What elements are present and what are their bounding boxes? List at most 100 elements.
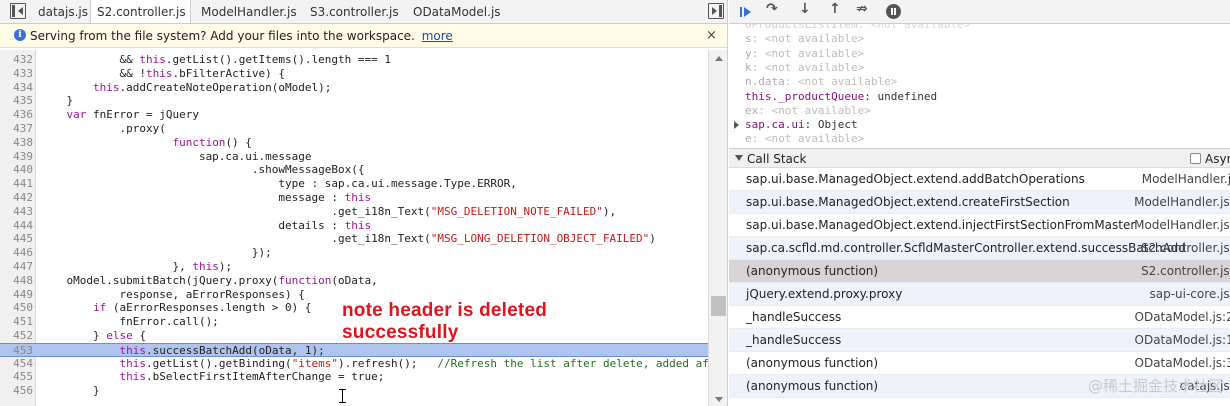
frame-location-link[interactable]: S2.controller.js:45 [1029, 260, 1230, 283]
line-number[interactable]: 434 [0, 81, 33, 95]
line-number[interactable]: 451 [0, 315, 33, 329]
call-frame[interactable]: _handleSuccess ODataModel.js:155 [729, 329, 1230, 352]
editor-vertical-scrollbar[interactable] [708, 50, 727, 406]
line-number[interactable]: 450 [0, 301, 33, 315]
code-line[interactable]: 447 }, this); [0, 260, 708, 274]
tab-modelhandler-js[interactable]: ModelHandler.js [195, 0, 304, 23]
line-number[interactable]: 455 [0, 370, 33, 384]
code-line[interactable]: 443 .get_i18n_Text("MSG_DELETION_NOTE_FA… [0, 205, 708, 219]
frame-location-link[interactable]: ModelHandler.js:30 [1029, 214, 1230, 237]
toggle-debugger-icon[interactable] [708, 3, 724, 19]
scroll-up-arrow-icon[interactable] [715, 56, 723, 61]
line-number[interactable]: 447 [0, 260, 33, 274]
frame-location-link[interactable]: ODataModel.js:155 [1029, 329, 1230, 352]
code-line[interactable]: 440 .showMessageBox({ [0, 163, 708, 177]
call-frame[interactable]: sap.ui.base.ManagedObject.extend.createF… [729, 191, 1230, 214]
line-number[interactable]: 452 [0, 329, 33, 343]
call-frame[interactable]: (anonymous function) ODataModel.js:313 [729, 352, 1230, 375]
line-number[interactable]: 439 [0, 150, 33, 164]
code-view[interactable]: 432 && this.getList().getItems().length … [0, 50, 708, 406]
code-line[interactable]: 437 .proxy( [0, 122, 708, 136]
deactivate-breakpoints-icon[interactable]: ⇏ [856, 1, 872, 17]
frame-location-link[interactable]: ModelHandler.js:3 [1029, 168, 1230, 191]
line-number[interactable]: 454 [0, 357, 33, 371]
code-line[interactable]: 438 function() { [0, 136, 708, 150]
code-line[interactable]: 434 this.addCreateNoteOperation(oModel); [0, 81, 708, 95]
scope-variable[interactable]: n.data: <not available> [745, 75, 897, 89]
frame-location-link[interactable]: ODataModel.js:248 [1029, 306, 1230, 329]
tab-s3-controller-js[interactable]: S3.controller.js [304, 0, 407, 23]
frame-location-link[interactable]: ModelHandler.js:55 [1029, 191, 1230, 214]
code-line[interactable]: 433 && !this.bFilterActive) { [0, 67, 708, 81]
code-text: message : this [40, 191, 372, 204]
code-line[interactable]: 441 type : sap.ca.ui.message.Type.ERROR, [0, 177, 708, 191]
code-line[interactable]: 436 var fnError = jQuery [0, 108, 708, 122]
step-over-icon[interactable]: ↷ [766, 1, 782, 17]
frame-location-link[interactable]: S2.controller.js:54 [1029, 237, 1230, 260]
code-line[interactable]: 439 sap.ca.ui.message [0, 150, 708, 164]
frame-location-link[interactable]: sap-ui-core.js:54 [1029, 283, 1230, 306]
scope-variable[interactable]: s: <not available> [745, 32, 864, 46]
tab-s2-controller-js[interactable]: S2.controller.js× [90, 0, 191, 23]
collapse-arrow-icon[interactable] [735, 155, 743, 161]
line-number[interactable]: 442 [0, 191, 33, 205]
infobar-close-icon[interactable]: × [706, 24, 717, 48]
code-line[interactable]: 442 message : this [0, 191, 708, 205]
line-number[interactable]: 453 [0, 344, 33, 358]
line-number[interactable]: 445 [0, 232, 33, 246]
code-line-paused[interactable]: 453 this.successBatchAdd(oData, 1); [0, 342, 708, 358]
call-frame[interactable]: sap.ui.base.ManagedObject.extend.injectF… [729, 214, 1230, 237]
infobar-more-link[interactable]: more [422, 29, 453, 43]
call-frame[interactable]: _handleSuccess ODataModel.js:248 [729, 306, 1230, 329]
line-number[interactable]: 444 [0, 219, 33, 233]
resume-icon[interactable] [738, 4, 754, 20]
code-line[interactable]: 448 oModel.submitBatch(jQuery.proxy(func… [0, 274, 708, 288]
code-line[interactable]: 455 this.bSelectFirstItemAfterChange = t… [0, 370, 708, 384]
call-frame[interactable]: sap.ca.scfld.md.controller.ScfldMasterCo… [729, 237, 1230, 260]
toggle-navigator-icon[interactable] [10, 3, 26, 19]
line-number[interactable]: 436 [0, 108, 33, 122]
scrollbar-thumb[interactable] [711, 296, 726, 316]
call-frame[interactable]: jQuery.extend.proxy.proxy sap-ui-core.js:… [729, 283, 1230, 306]
tab-datajs-js[interactable]: datajs.js× [32, 0, 90, 23]
line-number[interactable]: 449 [0, 288, 33, 302]
line-number[interactable]: 440 [0, 163, 33, 177]
line-number[interactable]: 443 [0, 205, 33, 219]
line-number[interactable]: 448 [0, 274, 33, 288]
scope-variable[interactable]: sap.ca.ui: Object [734, 118, 858, 132]
step-into-icon[interactable]: ↓ [799, 1, 815, 17]
pause-on-exceptions-icon[interactable] [886, 4, 901, 19]
call-frame[interactable]: sap.ui.base.ManagedObject.extend.addBatc… [729, 168, 1230, 191]
scope-variable[interactable]: this._productQueue: undefined [745, 90, 937, 104]
line-number[interactable]: 438 [0, 136, 33, 150]
line-number[interactable]: 456 [0, 384, 33, 398]
code-line[interactable]: 454 this.getList().getBinding("items").r… [0, 357, 708, 371]
line-number[interactable]: 446 [0, 246, 33, 260]
step-out-icon[interactable]: ↑ [829, 1, 845, 17]
scope-variable[interactable]: e: <not available> [745, 132, 864, 146]
scope-variable[interactable]: ex: <not available> [745, 104, 871, 118]
scope-variable[interactable]: oProductsListItem: <not available> [745, 24, 970, 32]
line-number[interactable]: 432 [0, 53, 33, 67]
code-line[interactable]: 432 && this.getList().getItems().length … [0, 53, 708, 67]
scope-variable[interactable]: y: <not available> [745, 47, 864, 61]
scope-variable[interactable]: k: <not available> [745, 61, 864, 75]
line-number[interactable]: 437 [0, 122, 33, 136]
frame-location-link[interactable]: ODataModel.js:313 [1029, 352, 1230, 375]
call-frame-selected[interactable]: (anonymous function) S2.controller.js:45 [729, 260, 1230, 283]
expand-arrow-icon[interactable] [734, 121, 739, 130]
code-line[interactable]: 445 .get_i18n_Text("MSG_LONG_DELETION_OB… [0, 232, 708, 246]
call-stack-header[interactable]: Call Stack Async [729, 148, 1230, 168]
frame-function-name: (anonymous function) [746, 379, 879, 393]
line-number[interactable]: 441 [0, 177, 33, 191]
code-line[interactable]: 456 } [0, 384, 708, 398]
async-checkbox[interactable] [1190, 153, 1201, 164]
code-line[interactable]: 446 }); [0, 246, 708, 260]
scroll-down-arrow-icon[interactable] [715, 397, 723, 402]
code-text: details : this [40, 218, 372, 232]
line-number[interactable]: 433 [0, 67, 33, 81]
line-number[interactable]: 435 [0, 94, 33, 108]
tab-odatamodel-js[interactable]: ODataModel.js [407, 0, 502, 23]
code-line[interactable]: 444 details : this [0, 219, 708, 233]
code-line[interactable]: 435 } [0, 94, 708, 108]
